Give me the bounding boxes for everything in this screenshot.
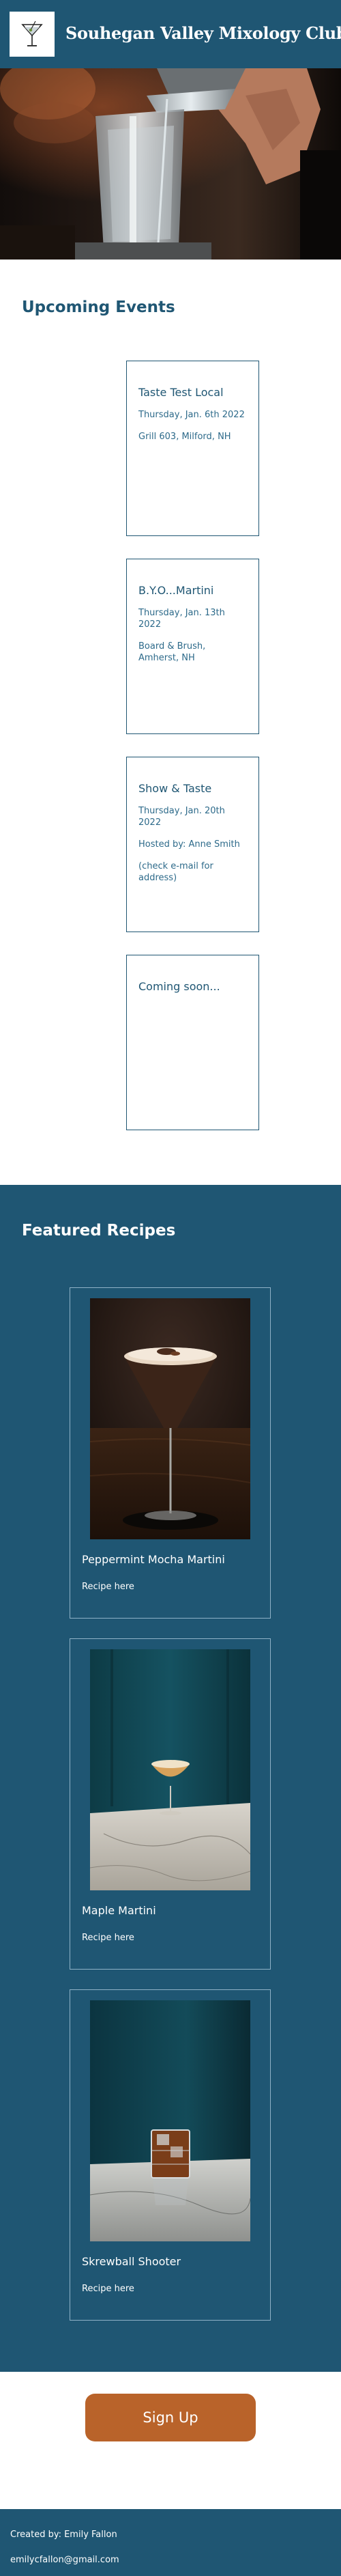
recipe-name: Maple Martini: [82, 1904, 156, 1917]
upcoming-events-section: Upcoming Events Taste Test Local Thursda…: [0, 260, 341, 1185]
event-card[interactable]: B.Y.O...Martini Thursday, Jan. 13th 2022…: [126, 559, 259, 734]
event-note: (check e-mail for address): [138, 861, 213, 883]
event-date: Thursday, Jan. 6th 2022: [138, 410, 245, 420]
event-card[interactable]: Coming soon...: [126, 955, 259, 1130]
recipe-link[interactable]: Recipe here: [82, 1582, 134, 1592]
martini-glass-icon[interactable]: [10, 12, 55, 57]
event-title: Taste Test Local: [138, 386, 224, 399]
featured-recipes-section: Featured Recipes Peppermint Mocha Martin…: [0, 1185, 341, 2372]
event-title: Show & Taste: [138, 782, 212, 795]
site-footer: Created by: Emily Fallon emilycfallon@gm…: [0, 2509, 341, 2576]
hero-image: [0, 68, 341, 260]
footer-credit: Created by: Emily Fallon: [10, 2530, 117, 2540]
footer-email[interactable]: emilycfallon@gmail.com: [10, 2555, 119, 2565]
recipe-card[interactable]: Peppermint Mocha Martini Recipe here: [70, 1287, 271, 1619]
event-location: Grill 603, Milford, NH: [138, 432, 231, 442]
event-title: Coming soon...: [138, 980, 220, 993]
site-title: Souhegan Valley Mixology Club: [65, 23, 341, 43]
event-host: Hosted by: Anne Smith: [138, 839, 240, 850]
recipe-name: Peppermint Mocha Martini: [82, 1553, 225, 1566]
event-date: Thursday, Jan. 13th 2022: [138, 608, 225, 630]
event-title: B.Y.O...Martini: [138, 584, 214, 597]
site-header: Souhegan Valley Mixology Club: [0, 0, 341, 68]
signup-section: Sign Up: [0, 2372, 341, 2509]
recipe-link[interactable]: Recipe here: [82, 1933, 134, 1943]
recipe-link[interactable]: Recipe here: [82, 2284, 134, 2294]
event-location: Board & Brush, Amherst, NH: [138, 641, 206, 663]
maple-martini-photo: [90, 1649, 250, 1890]
sign-up-button[interactable]: Sign Up: [85, 2394, 256, 2441]
recipe-card[interactable]: Maple Martini Recipe here: [70, 1638, 271, 1970]
upcoming-events-heading: Upcoming Events: [22, 298, 175, 316]
peppermint-mocha-martini-photo: [90, 1298, 250, 1539]
recipe-name: Skrewball Shooter: [82, 2255, 181, 2268]
event-card[interactable]: Show & Taste Thursday, Jan. 20th 2022 Ho…: [126, 757, 259, 932]
skrewball-shooter-photo: [90, 2000, 250, 2241]
recipe-card[interactable]: Skrewball Shooter Recipe here: [70, 1989, 271, 2321]
event-date: Thursday, Jan. 20th 2022: [138, 806, 225, 828]
featured-recipes-heading: Featured Recipes: [22, 1222, 176, 1240]
event-card[interactable]: Taste Test Local Thursday, Jan. 6th 2022…: [126, 361, 259, 536]
